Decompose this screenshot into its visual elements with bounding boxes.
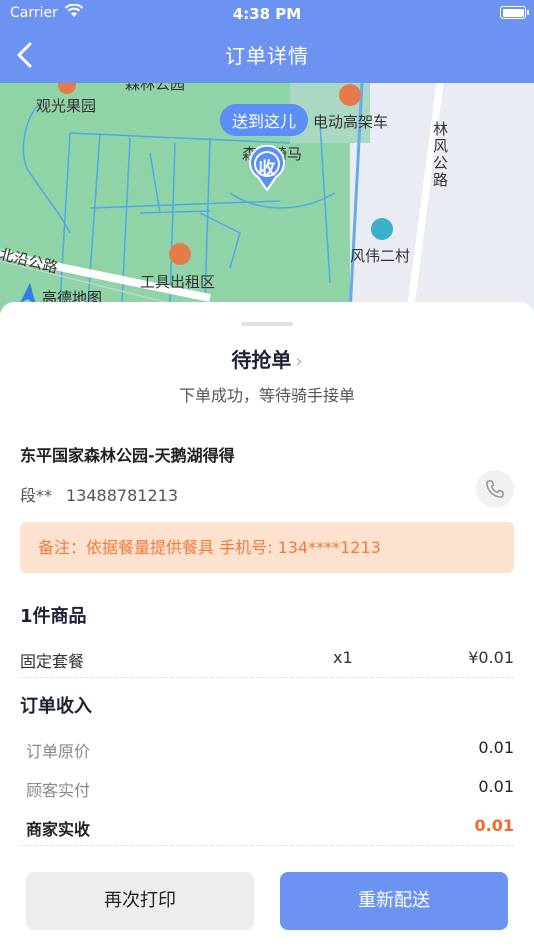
goods-item-row: 固定套餐 x1 ¥0.01 [20, 648, 514, 672]
income-row-paid: 顾客实付 0.01 [26, 777, 514, 801]
customer-phone: 13488781213 [66, 486, 178, 505]
order-status-subtitle: 下单成功，等待骑手接单 [178, 386, 355, 405]
goods-item-name: 固定套餐 [20, 652, 85, 671]
battery-icon [500, 6, 529, 19]
goods-header: 1件商品 [20, 606, 87, 627]
status-bar: Carrier 4:38 PM [0, 0, 534, 28]
shop-name: 东平国家森林公园-天鹅湖得得 [20, 446, 235, 465]
sheet-grabber[interactable] [241, 322, 293, 326]
map-label-orchard: 观光果园 [36, 97, 97, 115]
order-sheet: 待抢单 › 下单成功，等待骑手接单 东平国家森林公园-天鹅湖得得 段** 13488… [0, 302, 534, 950]
customer-info: 段** 13488781213 [20, 482, 178, 506]
map-label-linfeng-road: 林风公路 [433, 120, 449, 189]
redeliver-button[interactable]: 重新配送 [280, 872, 508, 930]
goods-item-qty: x1 [333, 648, 353, 667]
clock: 4:38 PM [232, 5, 302, 23]
order-status[interactable]: 待抢单 › [0, 344, 534, 373]
goods-divider [20, 677, 514, 678]
reprint-button[interactable]: 再次打印 [26, 872, 254, 930]
map-label-fengwei: 风伟二村 [350, 247, 411, 265]
order-remark: 备注：依据餐量提供餐具 手机号: 134****1213 [20, 522, 514, 573]
income-label: 顾客实付 [26, 781, 91, 800]
chevron-right-icon: › [295, 351, 303, 372]
map-label-forest-park: 森林公园 [125, 83, 186, 93]
income-label: 商家实收 [26, 820, 91, 839]
order-status-label: 待抢单 [231, 348, 292, 372]
call-customer-button[interactable] [476, 470, 514, 508]
customer-name: 段** [20, 486, 53, 505]
map-label-taxi: 工具出租区 [140, 273, 216, 291]
income-value: 0.01 [478, 777, 514, 796]
pin-bubble: 送到这儿 [220, 104, 309, 136]
delivery-map[interactable]: 森林公园 观光果园 电动高架车 森林骑马 林风公路 北沿公路 工具出租区 风伟二… [0, 83, 534, 313]
income-value: 0.01 [478, 738, 514, 757]
top-bar: Carrier 4:38 PM 订单详情 [0, 0, 534, 83]
phone-icon [486, 480, 504, 498]
income-divider [20, 845, 514, 846]
receiver-pin-icon[interactable]: 收 [248, 145, 286, 191]
income-row-received: 商家实收 0.01 [26, 816, 514, 840]
map-label-ebike: 电动高架车 [313, 113, 389, 131]
income-header: 订单收入 [20, 696, 92, 717]
page-title: 订单详情 [225, 44, 309, 68]
income-value: 0.01 [474, 816, 514, 835]
pin-marker-text: 收 [258, 159, 276, 179]
income-label: 订单原价 [26, 742, 91, 761]
goods-item-price: ¥0.01 [468, 648, 514, 667]
income-row-original: 订单原价 0.01 [26, 738, 514, 762]
